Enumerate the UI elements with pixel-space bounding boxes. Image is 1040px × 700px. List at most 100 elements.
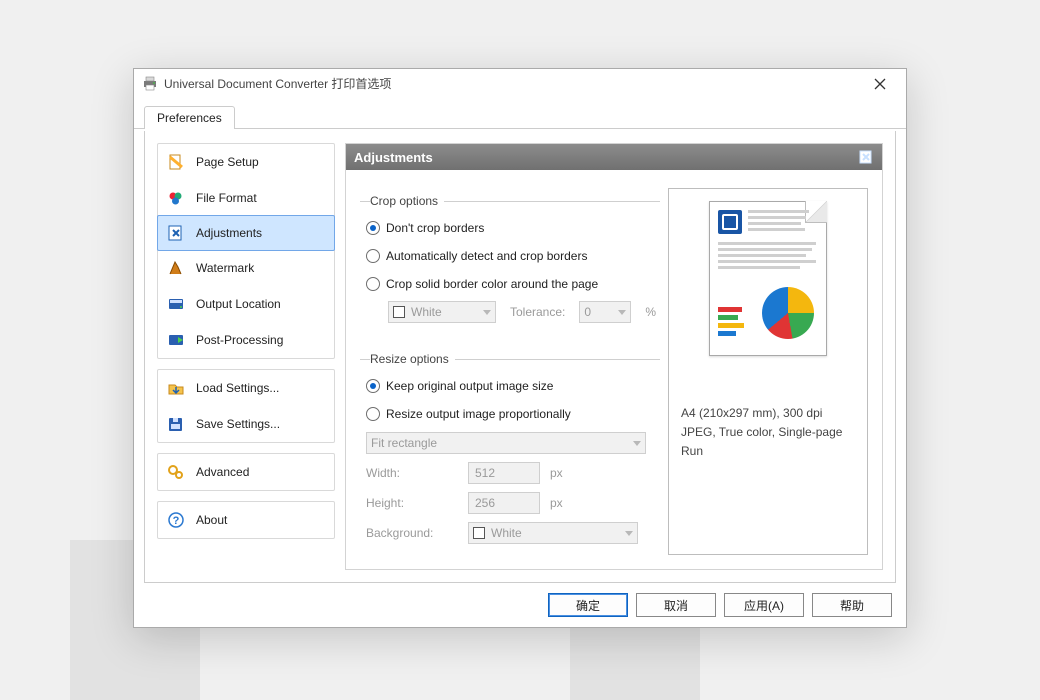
radio-icon: [366, 407, 380, 421]
dialog-buttons: 确定 取消 应用(A) 帮助: [548, 593, 892, 617]
height-unit: px: [550, 496, 563, 510]
sidebar-item-label: Save Settings...: [196, 417, 280, 431]
option-label: Automatically detect and crop borders: [386, 249, 587, 263]
color-swatch-icon: [473, 527, 485, 539]
sidebar-group-settings: Load Settings... Save Settings...: [157, 369, 335, 443]
fit-mode-value: Fit rectangle: [371, 436, 437, 450]
option-label: Keep original output image size: [386, 379, 553, 393]
tolerance-label: Tolerance:: [510, 305, 565, 319]
resize-option-proportional[interactable]: Resize output image proportionally: [366, 400, 660, 428]
close-icon: [874, 78, 886, 90]
preview-info-line: A4 (210x297 mm), 300 dpi: [681, 404, 855, 423]
preview-info: A4 (210x297 mm), 300 dpi JPEG, True colo…: [681, 404, 855, 462]
background-name: White: [491, 526, 522, 540]
sidebar-item-label: Advanced: [196, 465, 249, 479]
adjustments-header-icon: [858, 149, 874, 165]
crop-option-solid[interactable]: Crop solid border color around the page: [366, 270, 660, 298]
sidebar-item-label: Page Setup: [196, 155, 259, 169]
sidebar-item-label: Adjustments: [196, 226, 262, 240]
radio-icon: [366, 221, 380, 235]
apply-button[interactable]: 应用(A): [724, 593, 804, 617]
help-button[interactable]: 帮助: [812, 593, 892, 617]
printer-icon: [142, 76, 158, 92]
preview-info-line: Run: [681, 442, 855, 461]
option-label: Resize output image proportionally: [386, 407, 571, 421]
app-logo-icon: [718, 210, 742, 234]
sidebar: Page Setup File Format Adjustments: [157, 143, 335, 570]
main-header: Adjustments: [346, 144, 882, 170]
sidebar-item-about[interactable]: ? About: [158, 502, 334, 538]
sidebar-item-save-settings[interactable]: Save Settings...: [158, 406, 334, 442]
radio-icon: [366, 249, 380, 263]
sidebar-group-advanced: Advanced: [157, 453, 335, 491]
sidebar-item-file-format[interactable]: File Format: [158, 180, 334, 216]
crop-option-none[interactable]: Don't crop borders: [366, 214, 660, 242]
resize-options-legend: Resize options: [370, 352, 455, 366]
preview-thumbnail: [709, 201, 827, 356]
output-location-icon: [166, 294, 186, 314]
titlebar: Universal Document Converter 打印首选项: [134, 69, 906, 99]
crop-option-auto[interactable]: Automatically detect and crop borders: [366, 242, 660, 270]
cancel-button[interactable]: 取消: [636, 593, 716, 617]
save-settings-icon: [166, 414, 186, 434]
background-label: Background:: [366, 526, 458, 540]
color-swatch-icon: [393, 306, 405, 318]
about-icon: ?: [166, 510, 186, 530]
page-setup-icon: [166, 152, 186, 172]
option-label: Don't crop borders: [386, 221, 484, 235]
resize-fit-mode-row: Fit rectangle: [366, 428, 660, 458]
height-label: Height:: [366, 496, 458, 510]
main-panel: Adjustments Crop options Don't crop bord…: [345, 143, 883, 570]
radio-icon: [366, 379, 380, 393]
tolerance-select[interactable]: 0: [579, 301, 631, 323]
file-format-icon: [166, 188, 186, 208]
tab-preferences[interactable]: Preferences: [144, 106, 235, 129]
bar-chart-icon: [718, 307, 744, 339]
tolerance-value: 0: [584, 305, 591, 319]
resize-option-keep[interactable]: Keep original output image size: [366, 372, 660, 400]
width-value: 512: [475, 466, 495, 480]
radio-icon: [366, 277, 380, 291]
sidebar-item-post-processing[interactable]: Post-Processing: [158, 322, 334, 358]
svg-text:?: ?: [173, 515, 180, 527]
sidebar-item-advanced[interactable]: Advanced: [158, 454, 334, 490]
height-input[interactable]: 256: [468, 492, 540, 514]
sidebar-item-label: Post-Processing: [196, 333, 283, 347]
watermark-icon: [166, 258, 186, 278]
width-label: Width:: [366, 466, 458, 480]
chevron-down-icon: [625, 531, 633, 536]
adjustments-icon: [166, 223, 186, 243]
width-row: Width: 512 px: [366, 458, 660, 488]
preview-panel: A4 (210x297 mm), 300 dpi JPEG, True colo…: [668, 188, 868, 555]
width-input[interactable]: 512: [468, 462, 540, 484]
sidebar-item-adjustments[interactable]: Adjustments: [157, 215, 335, 251]
close-button[interactable]: [862, 71, 898, 97]
chevron-down-icon: [633, 441, 641, 446]
main-body: Crop options Don't crop borders Automati…: [346, 170, 882, 569]
ok-button[interactable]: 确定: [548, 593, 628, 617]
sidebar-item-page-setup[interactable]: Page Setup: [158, 144, 334, 180]
height-row: Height: 256 px: [366, 488, 660, 518]
background-row: Background: White: [366, 518, 660, 548]
resize-options-group: Resize options Keep original output imag…: [360, 352, 660, 548]
sidebar-item-label: Load Settings...: [196, 381, 279, 395]
tolerance-unit: %: [645, 305, 656, 319]
background-select[interactable]: White: [468, 522, 638, 544]
fit-mode-select[interactable]: Fit rectangle: [366, 432, 646, 454]
preferences-dialog: Universal Document Converter 打印首选项 Prefe…: [133, 68, 907, 628]
crop-color-select[interactable]: White: [388, 301, 496, 323]
sidebar-item-label: Watermark: [196, 261, 254, 275]
sidebar-item-output-location[interactable]: Output Location: [158, 286, 334, 322]
chevron-down-icon: [483, 310, 491, 315]
tab-row: Preferences: [134, 105, 906, 129]
crop-options-legend: Crop options: [370, 194, 444, 208]
preview-info-line: JPEG, True color, Single-page: [681, 423, 855, 442]
sidebar-item-load-settings[interactable]: Load Settings...: [158, 370, 334, 406]
pie-chart-icon: [762, 287, 814, 339]
load-settings-icon: [166, 378, 186, 398]
sidebar-item-watermark[interactable]: Watermark: [158, 250, 334, 286]
thumb-lines: [748, 210, 816, 234]
chevron-down-icon: [618, 310, 626, 315]
width-unit: px: [550, 466, 563, 480]
tab-page: Page Setup File Format Adjustments: [144, 131, 896, 583]
